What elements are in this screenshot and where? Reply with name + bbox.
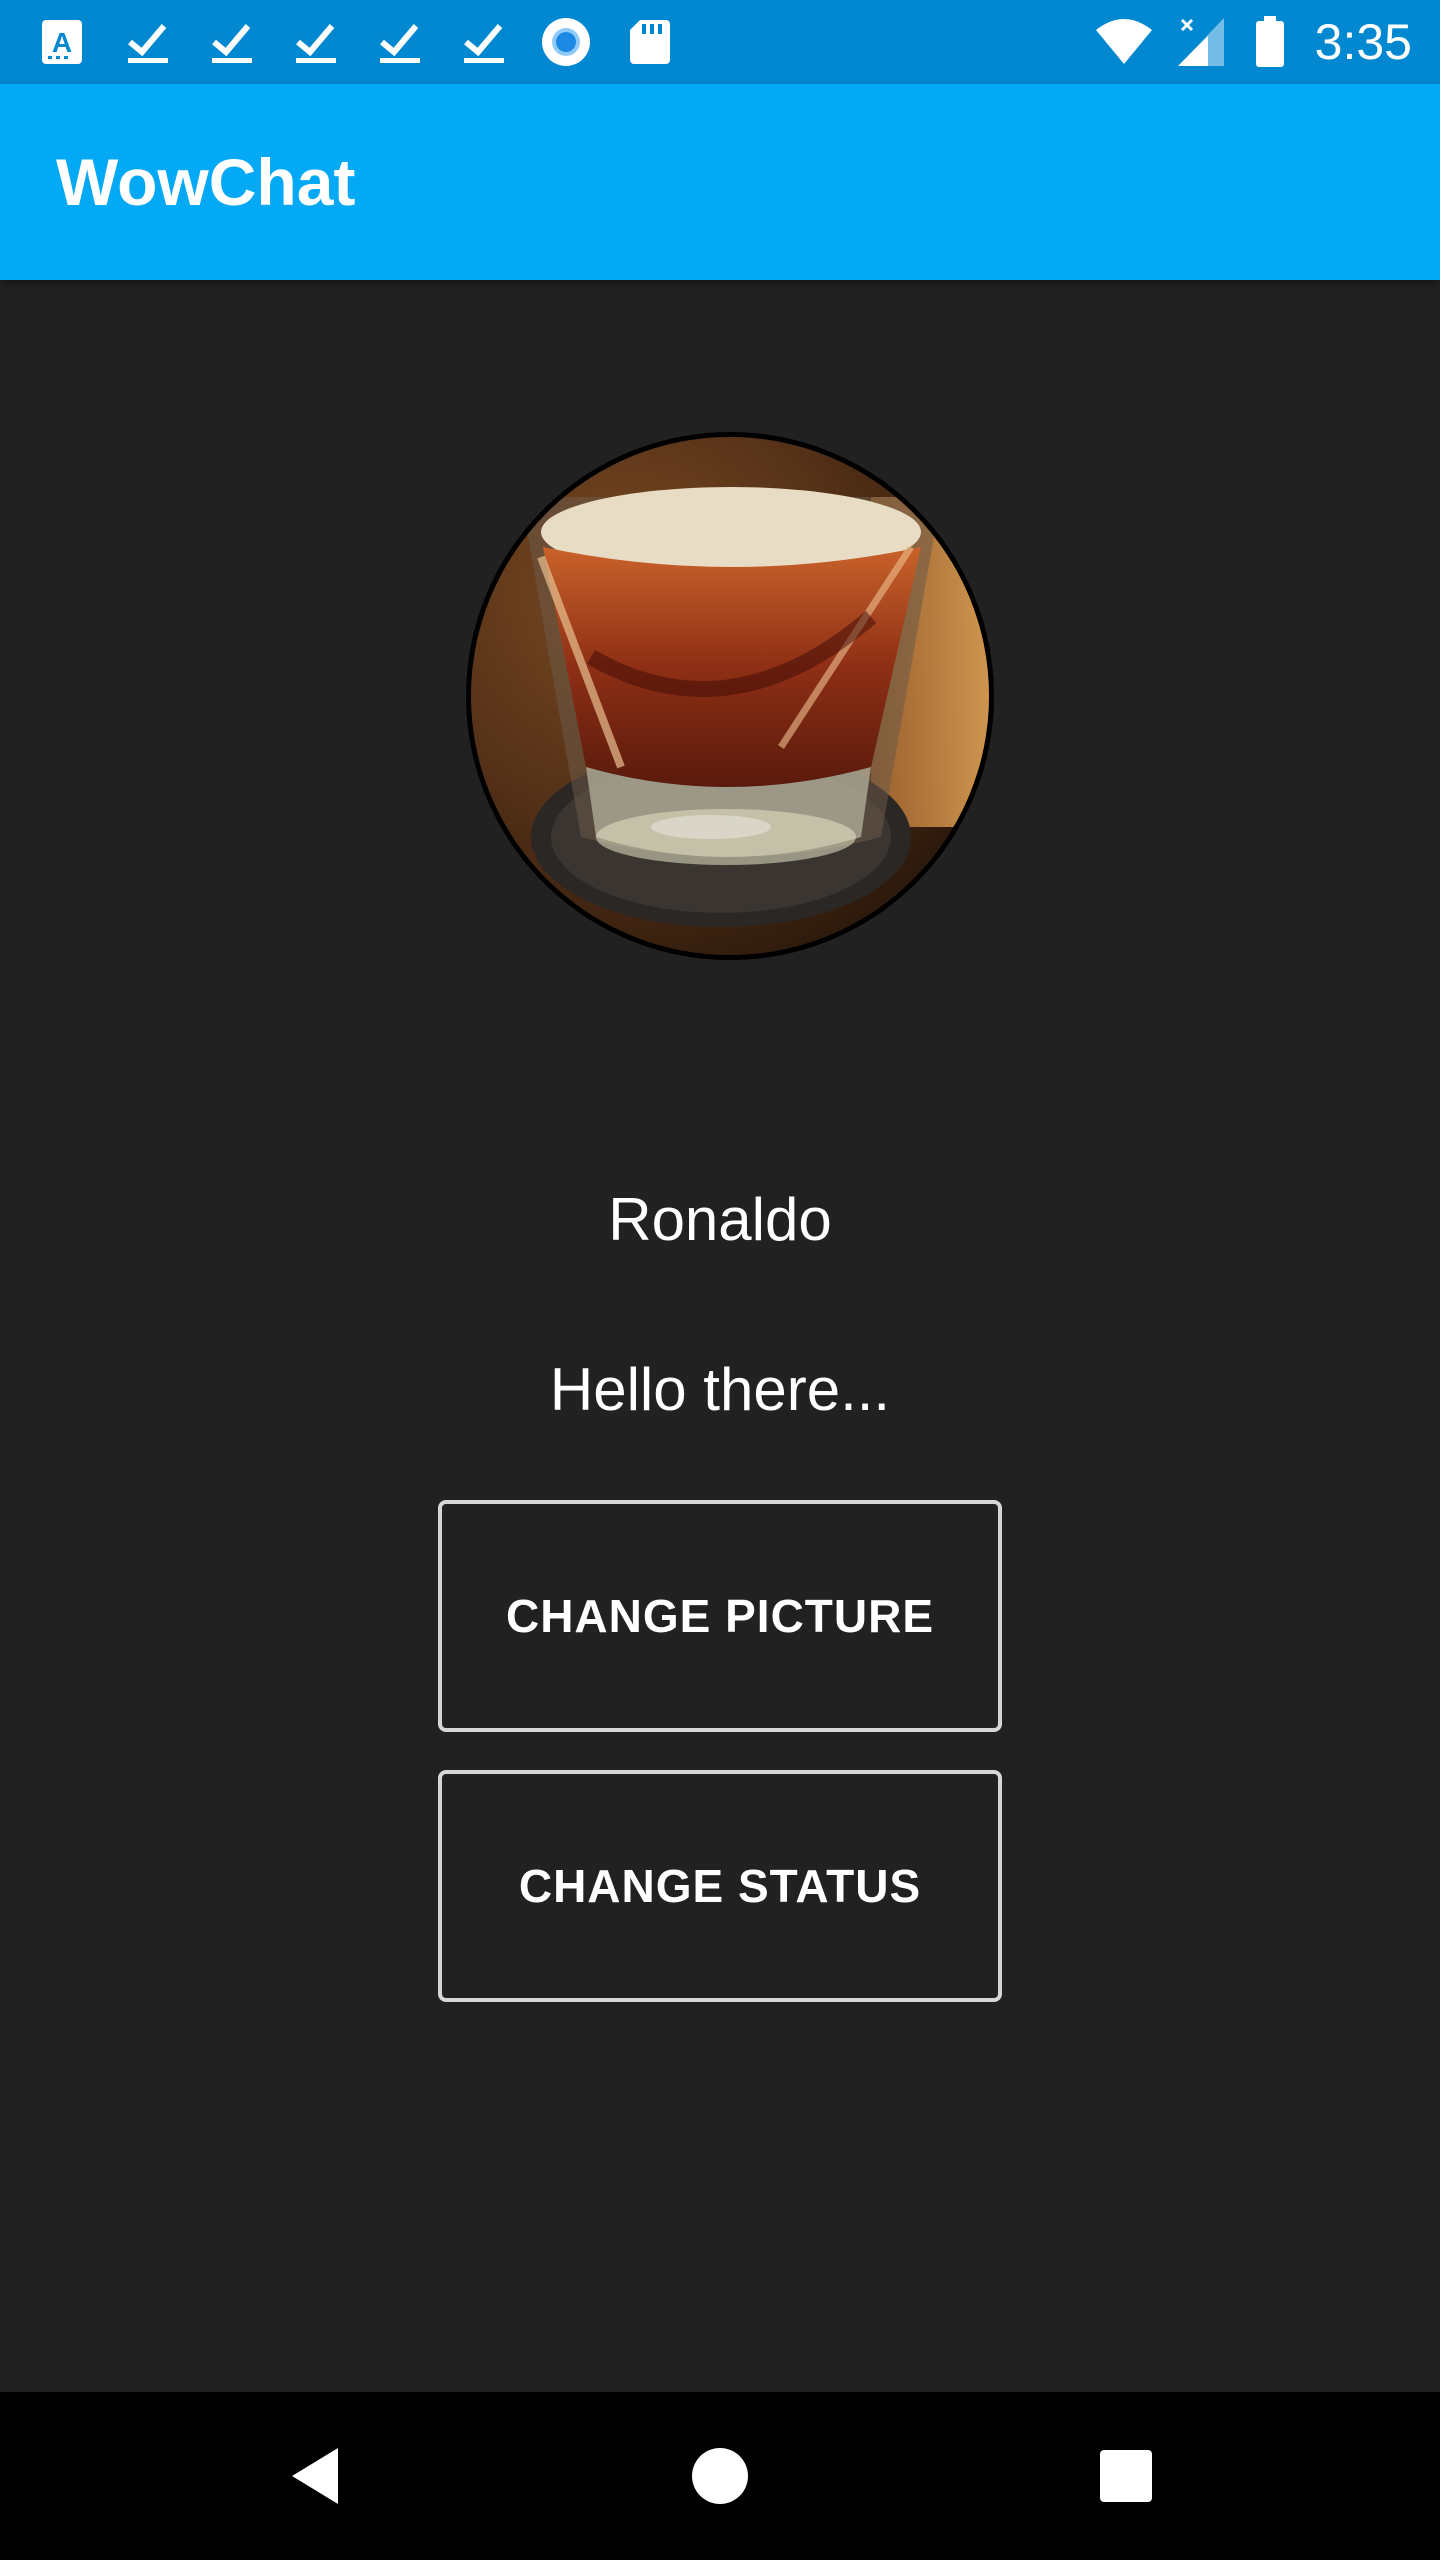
svg-text:A: A: [52, 27, 72, 58]
download-done-icon: [380, 24, 420, 63]
wifi-icon: [1096, 19, 1152, 64]
status-bar: A 3:35: [0, 0, 1440, 84]
change-picture-button[interactable]: CHANGE PICTURE: [438, 1500, 1002, 1732]
profile-status: Hello there...: [549, 1356, 891, 1423]
download-done-icon: [464, 24, 504, 63]
download-done-icon: [296, 24, 336, 63]
keyboard-a-icon: A: [42, 20, 82, 64]
record-icon: [542, 18, 590, 66]
profile-photo: [471, 437, 989, 955]
app-bar: WowChat: [0, 84, 1440, 280]
battery-icon: [1256, 16, 1284, 67]
app-title: WowChat: [56, 145, 356, 219]
download-done-icon: [128, 24, 168, 63]
cell-signal-icon: [1178, 18, 1224, 66]
home-icon[interactable]: [672, 2428, 768, 2524]
back-icon[interactable]: [268, 2428, 364, 2524]
profile-avatar[interactable]: [466, 432, 994, 960]
recents-icon[interactable]: [1078, 2428, 1174, 2524]
profile-name: Ronaldo: [608, 1186, 832, 1253]
navigation-bar: [0, 2392, 1440, 2560]
sd-card-icon: [630, 20, 670, 64]
change-status-button[interactable]: CHANGE STATUS: [438, 1770, 1002, 2002]
status-time: 3:35: [1314, 14, 1412, 70]
download-done-icon: [212, 24, 252, 63]
